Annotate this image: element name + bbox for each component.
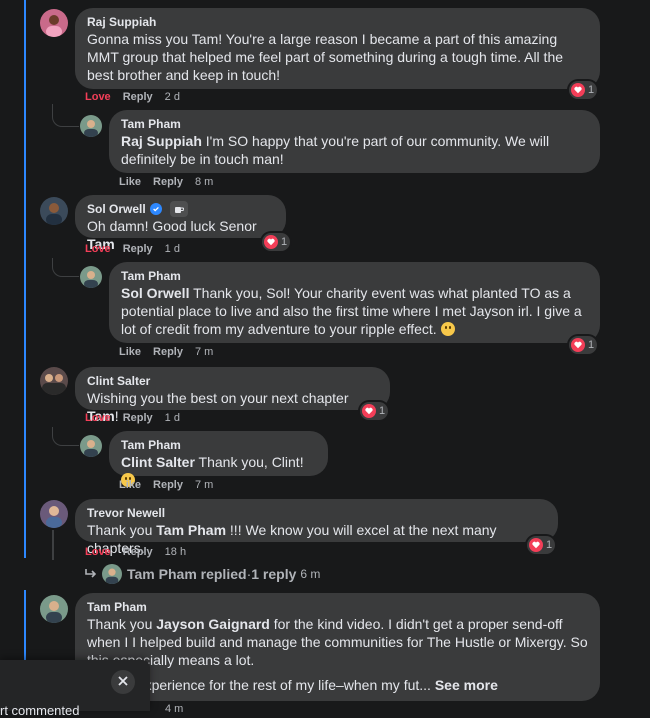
timestamp[interactable]: 1 d [165,243,180,255]
close-button[interactable] [111,670,135,694]
reply-arrow-icon [84,567,98,581]
timestamp[interactable]: 7 m [195,346,213,358]
comment-author-row: Sol Orwell [87,201,274,217]
reply-button[interactable]: Reply [123,546,153,558]
avatar[interactable] [80,435,102,457]
timestamp[interactable]: 8 m [195,176,213,188]
comment-actions: Love Reply 1 d [85,412,192,424]
reaction-count[interactable]: 1 [262,233,291,251]
timestamp[interactable]: 1 d [165,412,180,424]
heart-icon [571,83,585,97]
avatar[interactable] [40,367,68,395]
like-button[interactable]: Like [119,346,141,358]
avatar[interactable] [80,115,102,137]
comment-author[interactable]: Trevor Newell [87,505,546,521]
left-panel [0,0,26,711]
see-more-link[interactable]: See more [435,677,498,693]
comment-text: Thank you Jayson Gaignard for the kind v… [87,616,588,668]
reply-bubble: Tam Pham Raj Suppiah I'm SO happy that y… [109,110,600,173]
like-button[interactable]: Like [119,176,141,188]
mention-link[interactable]: Sol Orwell [121,285,189,301]
verified-badge-icon [149,203,162,215]
reply-connector [52,104,79,127]
comment-author[interactable]: Tam Pham [121,437,316,453]
avatar[interactable] [40,500,68,528]
comment-bubble: Trevor Newell Thank you Tam Pham !!! We … [75,499,558,556]
comment-actions: Love Reply 1 d [85,243,192,255]
comment-text: Sol Orwell Thank you, Sol! Your charity … [121,285,582,337]
heart-icon [529,538,543,552]
comment-actions: 4 m [165,703,195,715]
comment-actions: Like Reply 8 m [119,176,225,188]
comment-author[interactable]: Raj Suppiah [87,14,588,30]
comment-actions: Love Reply 2 d [85,91,192,103]
avatar[interactable] [40,595,68,623]
mention-link[interactable]: Raj Suppiah [121,133,202,149]
comment-actions: Love Reply 18 h [85,546,198,558]
timestamp: 6 m [300,567,321,581]
reply-bubble: Tam Pham Sol Orwell Thank you, Sol! Your… [109,262,600,343]
heart-icon [571,338,585,352]
comment-author[interactable]: Tam Pham [121,116,588,132]
timestamp[interactable]: 18 h [165,546,186,558]
reply-button[interactable]: Reply [153,479,183,491]
reply-count: 1 reply [251,566,297,582]
love-button[interactable]: Love [85,91,111,103]
comment-author[interactable]: Clint Salter [87,373,378,389]
replied-by: Tam Pham replied [127,566,247,582]
comment-text: Gonna miss you Tam! You're a large reaso… [87,31,564,83]
love-button[interactable]: Love [85,243,111,255]
comment-bubble: Sol Orwell Oh damn! Good luck Senor Tam [75,195,286,252]
reply-connector [52,530,54,560]
comment-author[interactable]: Tam Pham [121,268,588,284]
reaction-count[interactable]: 1 [360,402,389,420]
heart-icon [264,235,278,249]
reply-button[interactable]: Reply [153,346,183,358]
comment-actions: Like Reply 7 m [119,479,225,491]
smile-emoji-icon [440,322,455,336]
view-replies-link[interactable]: Tam Pham replied · 1 reply 6 m [84,564,320,584]
mention-link[interactable]: Tam Pham [156,522,226,538]
reply-connector [52,427,79,446]
reply-button[interactable]: Reply [123,91,153,103]
reply-connector [52,258,79,277]
avatar [102,564,122,584]
reaction-count[interactable]: 1 [527,536,556,554]
reply-button[interactable]: Reply [123,412,153,424]
comment-author[interactable]: Sol Orwell [87,201,146,217]
timestamp[interactable]: 4 m [165,703,183,715]
reply-bubble: Tam Pham Clint Salter Thank you, Clint! [109,431,328,487]
love-button[interactable]: Love [85,546,111,558]
avatar[interactable] [40,197,68,225]
reaction-count[interactable]: 1 [569,336,598,354]
comment-text: Raj Suppiah I'm SO happy that you're par… [121,133,550,167]
avatar[interactable] [80,266,102,288]
comment-bubble: Tam Pham Thank you Jayson Gaignard for t… [75,593,600,701]
timestamp[interactable]: 2 d [165,91,180,103]
reaction-count[interactable]: 1 [569,81,598,99]
comment-bubble: Raj Suppiah Gonna miss you Tam! You're a… [75,8,600,89]
reply-button[interactable]: Reply [123,243,153,255]
close-icon [118,673,128,691]
comment-bubble: Clint Salter Wishing you the best on you… [75,367,390,424]
reply-button[interactable]: Reply [153,176,183,188]
coffee-badge-icon [169,201,188,217]
timestamp[interactable]: 7 m [195,479,213,491]
mention-link[interactable]: Jayson Gaignard [156,616,270,632]
like-button[interactable]: Like [119,479,141,491]
comment-text-continued: ber this experience for the rest of my l… [87,677,498,693]
avatar[interactable] [40,9,68,37]
love-button[interactable]: Love [85,412,111,424]
comment-author[interactable]: Tam Pham [87,599,588,615]
thread-rail [24,0,26,558]
comment-actions: Like Reply 7 m [119,346,225,358]
mention-link[interactable]: Clint Salter [121,454,195,470]
heart-icon [362,404,376,418]
